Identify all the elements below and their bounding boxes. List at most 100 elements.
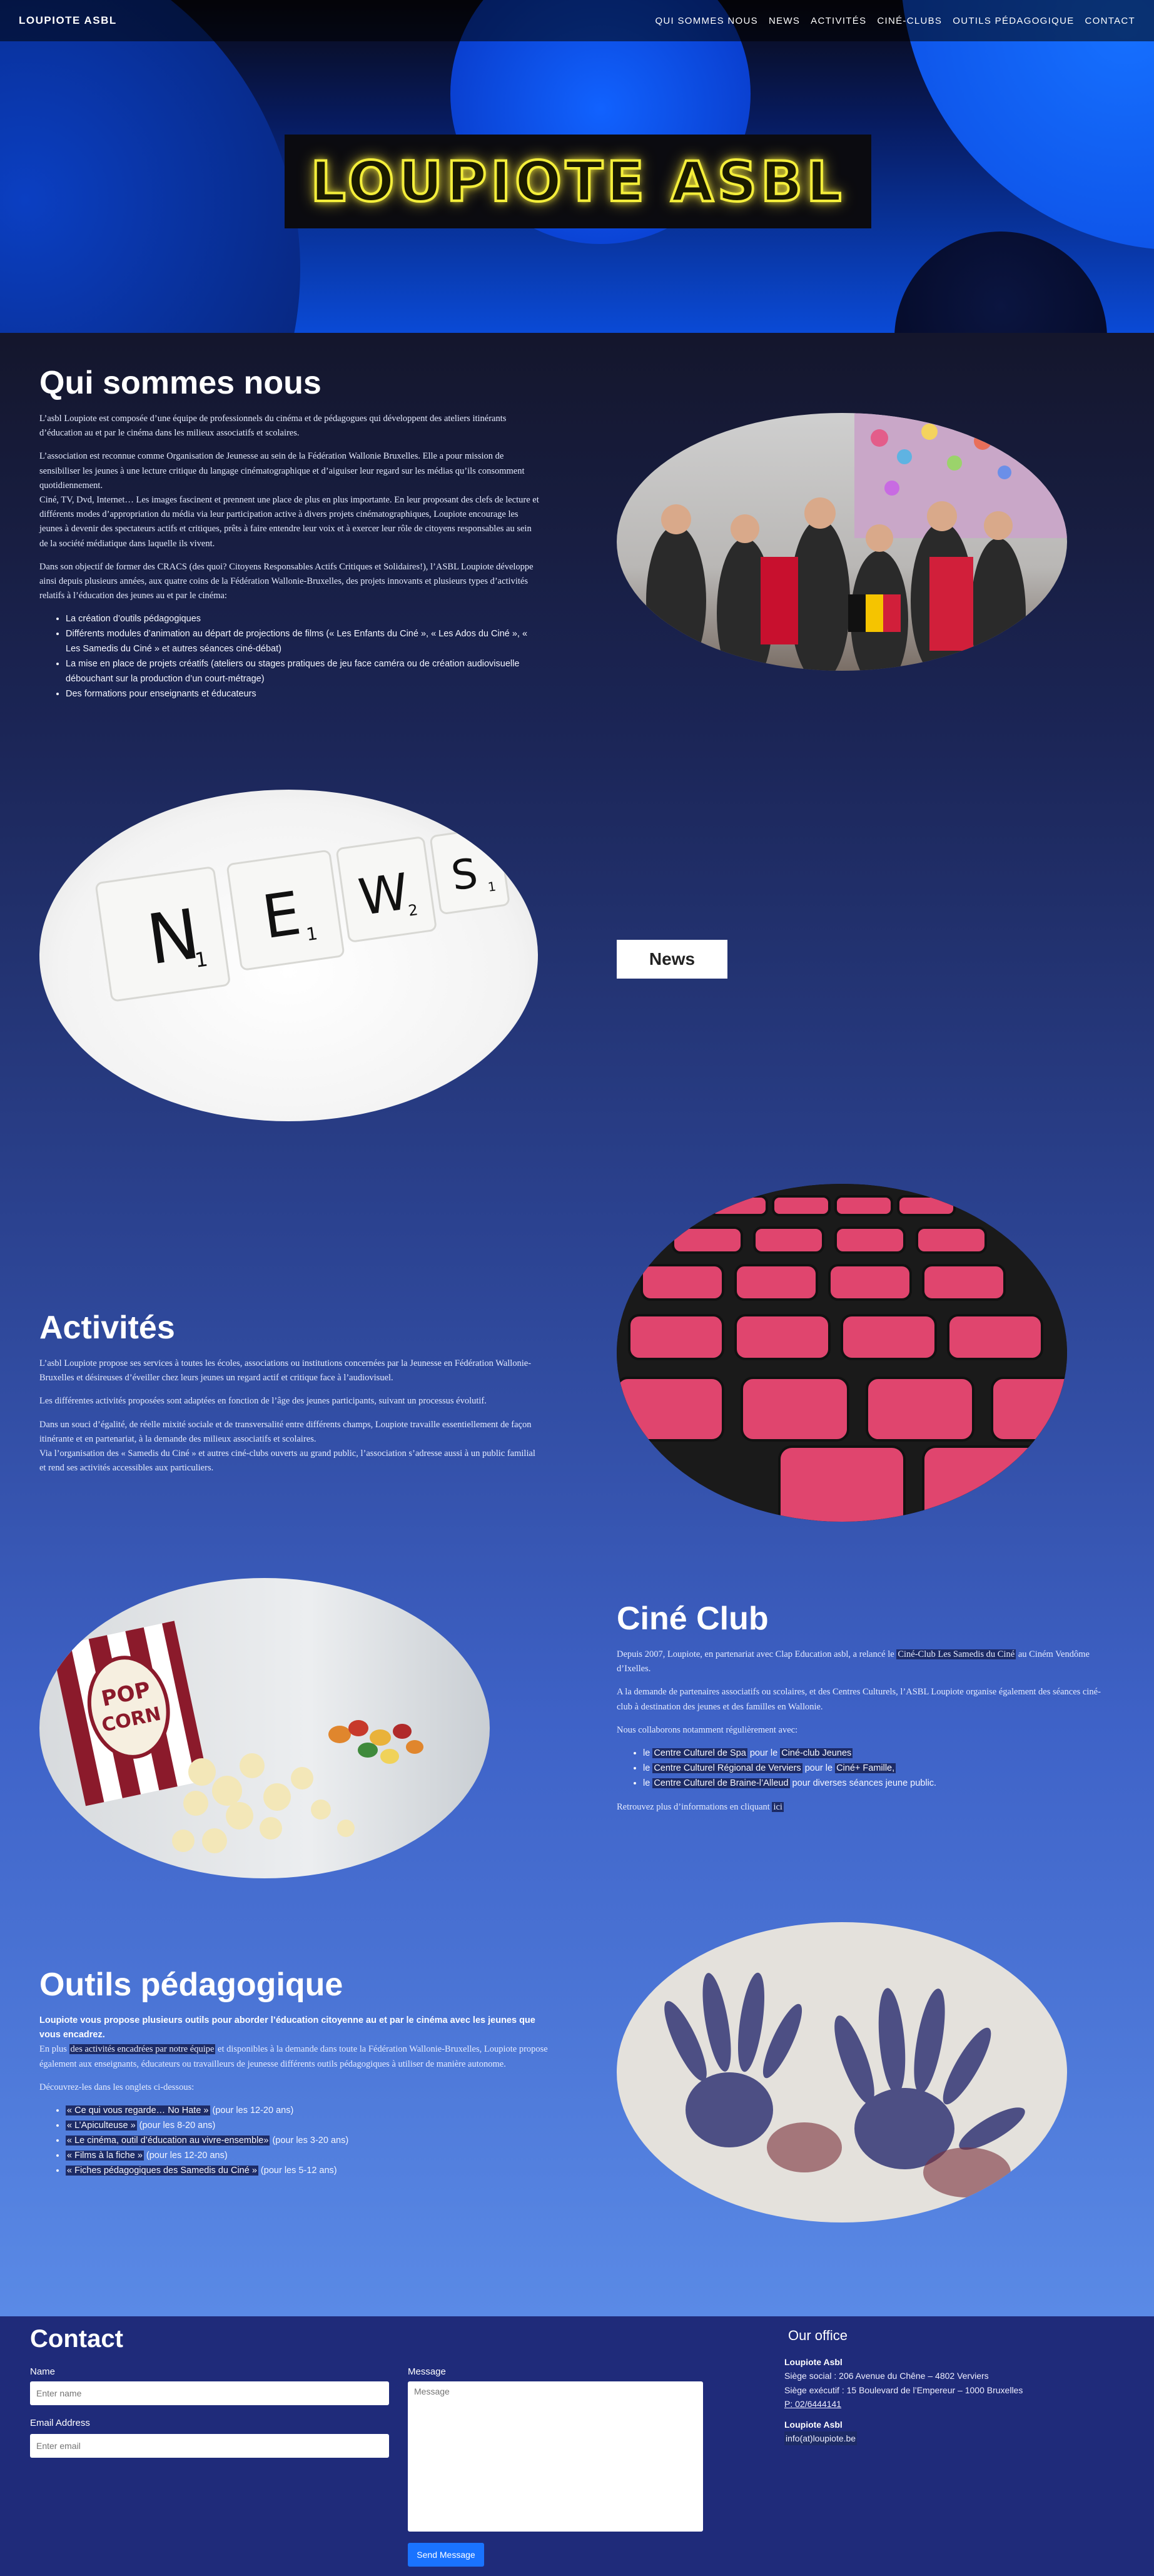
list-item: « L’Apiculteuse » (pour les 8-20 ans): [66, 2119, 552, 2134]
about-section: Qui sommes nous L’asbl Loupiote est comp…: [0, 333, 1154, 790]
activites-paragraph: L’asbl Loupiote propose ses services à t…: [39, 1358, 532, 1383]
outils-title: Outils pédagogique: [39, 1967, 343, 2003]
cineclub-link[interactable]: Ciné-Club Les Samedis du Ciné: [896, 1649, 1016, 1659]
partner-link[interactable]: Ciné-club Jeunes: [780, 1748, 853, 1758]
team-photo-illustration: [646, 413, 1067, 671]
news-photo: N 1 E 1 W 2 S 1: [39, 790, 538, 1121]
message-textarea[interactable]: [408, 2381, 703, 2532]
partner-link[interactable]: Centre Culturel de Braine-l’Alleud: [652, 1778, 790, 1788]
cineclub-section: POP CORN Ciné Club Depuis 2007, Loupiote…: [0, 1565, 1154, 1966]
text-fragment: pour le: [802, 1763, 836, 1773]
tool-link[interactable]: « Fiches pédagogiques des Samedis du Cin…: [66, 2165, 258, 2176]
text-fragment: (pour les 8-20 ans): [136, 2120, 216, 2131]
partner-link[interactable]: Centre Culturel Régional de Verviers: [652, 1763, 802, 1773]
list-item: « Fiches pédagogiques des Samedis du Cin…: [66, 2164, 552, 2179]
name-input[interactable]: [30, 2381, 389, 2405]
news-section: N 1 E 1 W 2 S 1 News: [0, 790, 1154, 1165]
more-info-link[interactable]: ici: [772, 1801, 784, 1812]
text-fragment: le: [643, 1763, 653, 1773]
nav-item-activites[interactable]: ACTIVITÉS: [811, 16, 866, 26]
hero-banner: LOUPIOTE ASBL: [0, 0, 1154, 333]
brand-logo-text[interactable]: LOUPIOTE ASBL: [19, 14, 117, 27]
activites-title: Activités: [39, 1310, 175, 1346]
about-list: La création d’outils pédagogiques Différ…: [66, 612, 540, 702]
office-details: Loupiote Asbl Siège social : 206 Avenue …: [784, 2355, 1023, 2446]
office-phone: P: 02/6444141: [784, 2399, 842, 2410]
cineclub-paragraph: A la demande de partenaires associatifs …: [617, 1687, 1101, 1712]
tool-link[interactable]: « Ce qui vous regarde… No Hate »: [66, 2105, 210, 2115]
outils-list: « Ce qui vous regarde… No Hate » (pour l…: [66, 2104, 552, 2179]
list-item: « Le cinéma, outil d’éducation au vivre-…: [66, 2134, 552, 2149]
office-title: Our office: [788, 2328, 848, 2343]
list-item: le Centre Culturel de Braine-l’Alleud po…: [643, 1776, 1111, 1791]
list-item: le Centre Culturel de Spa pour le Ciné-c…: [643, 1746, 1111, 1761]
text-fragment: En plus: [39, 2044, 69, 2055]
outils-intro: Loupiote vous propose plusieurs outils p…: [39, 2015, 535, 2040]
cinema-seats-photo: [617, 1184, 1067, 1522]
text-fragment: pour diverses séances jeune public.: [789, 1778, 937, 1788]
list-item: « Ce qui vous regarde… No Hate » (pour l…: [66, 2104, 552, 2119]
cineclub-title: Ciné Club: [617, 1601, 769, 1637]
tool-link[interactable]: « Films à la fiche »: [66, 2150, 144, 2161]
outils-paragraph: En plus des activités encadrées par notr…: [39, 2042, 552, 2071]
send-message-button[interactable]: Send Message: [408, 2543, 484, 2567]
office-email-link[interactable]: info(at)loupiote.be: [784, 2431, 858, 2446]
top-navbar: LOUPIOTE ASBL QUI SOMMES NOUS NEWS ACTIV…: [0, 0, 1154, 41]
office-org-name: Loupiote Asbl: [784, 2357, 843, 2367]
news-button[interactable]: News: [617, 940, 727, 979]
text-fragment: (pour les 12-20 ans): [210, 2105, 294, 2115]
text-fragment: Depuis 2007, Loupiote, en partenariat av…: [617, 1649, 897, 1659]
about-paragraph: L’asbl Loupiote est composée d’une équip…: [39, 414, 507, 439]
list-item: Des formations pour enseignants et éduca…: [66, 687, 540, 702]
partner-link[interactable]: Centre Culturel de Spa: [652, 1748, 747, 1758]
about-paragraph: L’association est reconnue comme Organis…: [39, 451, 525, 491]
office-org-name: Loupiote Asbl: [784, 2419, 843, 2430]
nav-item-cine-clubs[interactable]: CINÉ-CLUBS: [877, 16, 942, 26]
text-fragment: le: [643, 1748, 653, 1758]
popcorn-illustration: POP CORN: [52, 1621, 423, 1853]
activites-section: Activités L’asbl Loupiote propose ses se…: [0, 1165, 1154, 1565]
tool-link[interactable]: « Le cinéma, outil d’éducation au vivre-…: [66, 2135, 270, 2146]
list-item: La mise en place de projets créatifs (at…: [66, 657, 540, 687]
text-fragment: le: [643, 1778, 653, 1788]
news-tile-letter: W: [355, 862, 412, 927]
text-fragment: Retrouvez plus d’informations en cliquan…: [617, 1801, 772, 1812]
nav-item-contact[interactable]: CONTACT: [1085, 16, 1135, 26]
email-label: Email Address: [30, 2418, 90, 2428]
about-paragraph: Ciné, TV, Dvd, Internet… Les images fasc…: [39, 494, 539, 549]
nav-item-qui-sommes-nous[interactable]: QUI SOMMES NOUS: [655, 16, 758, 26]
name-label: Name: [30, 2366, 56, 2377]
list-item: La création d’outils pédagogiques: [66, 612, 540, 627]
neon-logo: LOUPIOTE ASBL: [285, 135, 871, 228]
activities-link[interactable]: des activités encadrées par notre équipe: [69, 2044, 216, 2055]
message-label: Message: [408, 2366, 446, 2377]
cineclub-paragraph: Nous collaborons notamment régulièrement…: [617, 1724, 798, 1735]
neon-logo-text: LOUPIOTE ASBL: [310, 148, 846, 215]
cineclub-partners-list: le Centre Culturel de Spa pour le Ciné-c…: [643, 1746, 1111, 1791]
team-photo: [617, 413, 1067, 671]
about-title: Qui sommes nous: [39, 365, 321, 401]
outils-paragraph: Découvrez-les dans les onglets ci-dessou…: [39, 2082, 195, 2092]
email-input[interactable]: [30, 2434, 389, 2458]
nav-item-news[interactable]: NEWS: [769, 16, 800, 26]
cineclub-paragraph: Retrouvez plus d’informations en cliquan…: [617, 1800, 1111, 1815]
partner-link[interactable]: Ciné+ Famille,: [835, 1763, 896, 1773]
hero-circle-decoration: [894, 232, 1107, 333]
painted-hands-photo: [617, 1922, 1067, 2222]
painted-hands-illustration: [664, 1972, 1025, 2197]
news-tiles-illustration: N 1 E 1 W 2 S 1: [95, 827, 510, 1002]
text-fragment: pour le: [747, 1748, 781, 1758]
list-item: Différents modules d’animation au départ…: [66, 627, 540, 657]
contact-section: Contact Name Email Address Message Send …: [0, 2316, 1154, 2576]
text-fragment: (pour les 5-12 ans): [258, 2165, 337, 2176]
text-fragment: (pour les 3-20 ans): [270, 2135, 349, 2146]
main-menu: QUI SOMMES NOUS NEWS ACTIVITÉS CINÉ-CLUB…: [655, 16, 1135, 26]
office-address: Siège social : 206 Avenue du Chêne – 480…: [784, 2371, 989, 2381]
nav-item-outils-pedagogique[interactable]: OUTILS PÉDAGOGIQUE: [953, 16, 1074, 26]
tool-link[interactable]: « L’Apiculteuse »: [66, 2120, 137, 2131]
contact-title: Contact: [30, 2325, 123, 2353]
text-fragment: (pour les 12-20 ans): [143, 2150, 228, 2161]
activites-paragraph: Les différentes activités proposées sont…: [39, 1396, 487, 1407]
popcorn-photo: POP CORN: [39, 1578, 490, 1878]
main-content: Qui sommes nous L’asbl Loupiote est comp…: [0, 333, 1154, 2316]
